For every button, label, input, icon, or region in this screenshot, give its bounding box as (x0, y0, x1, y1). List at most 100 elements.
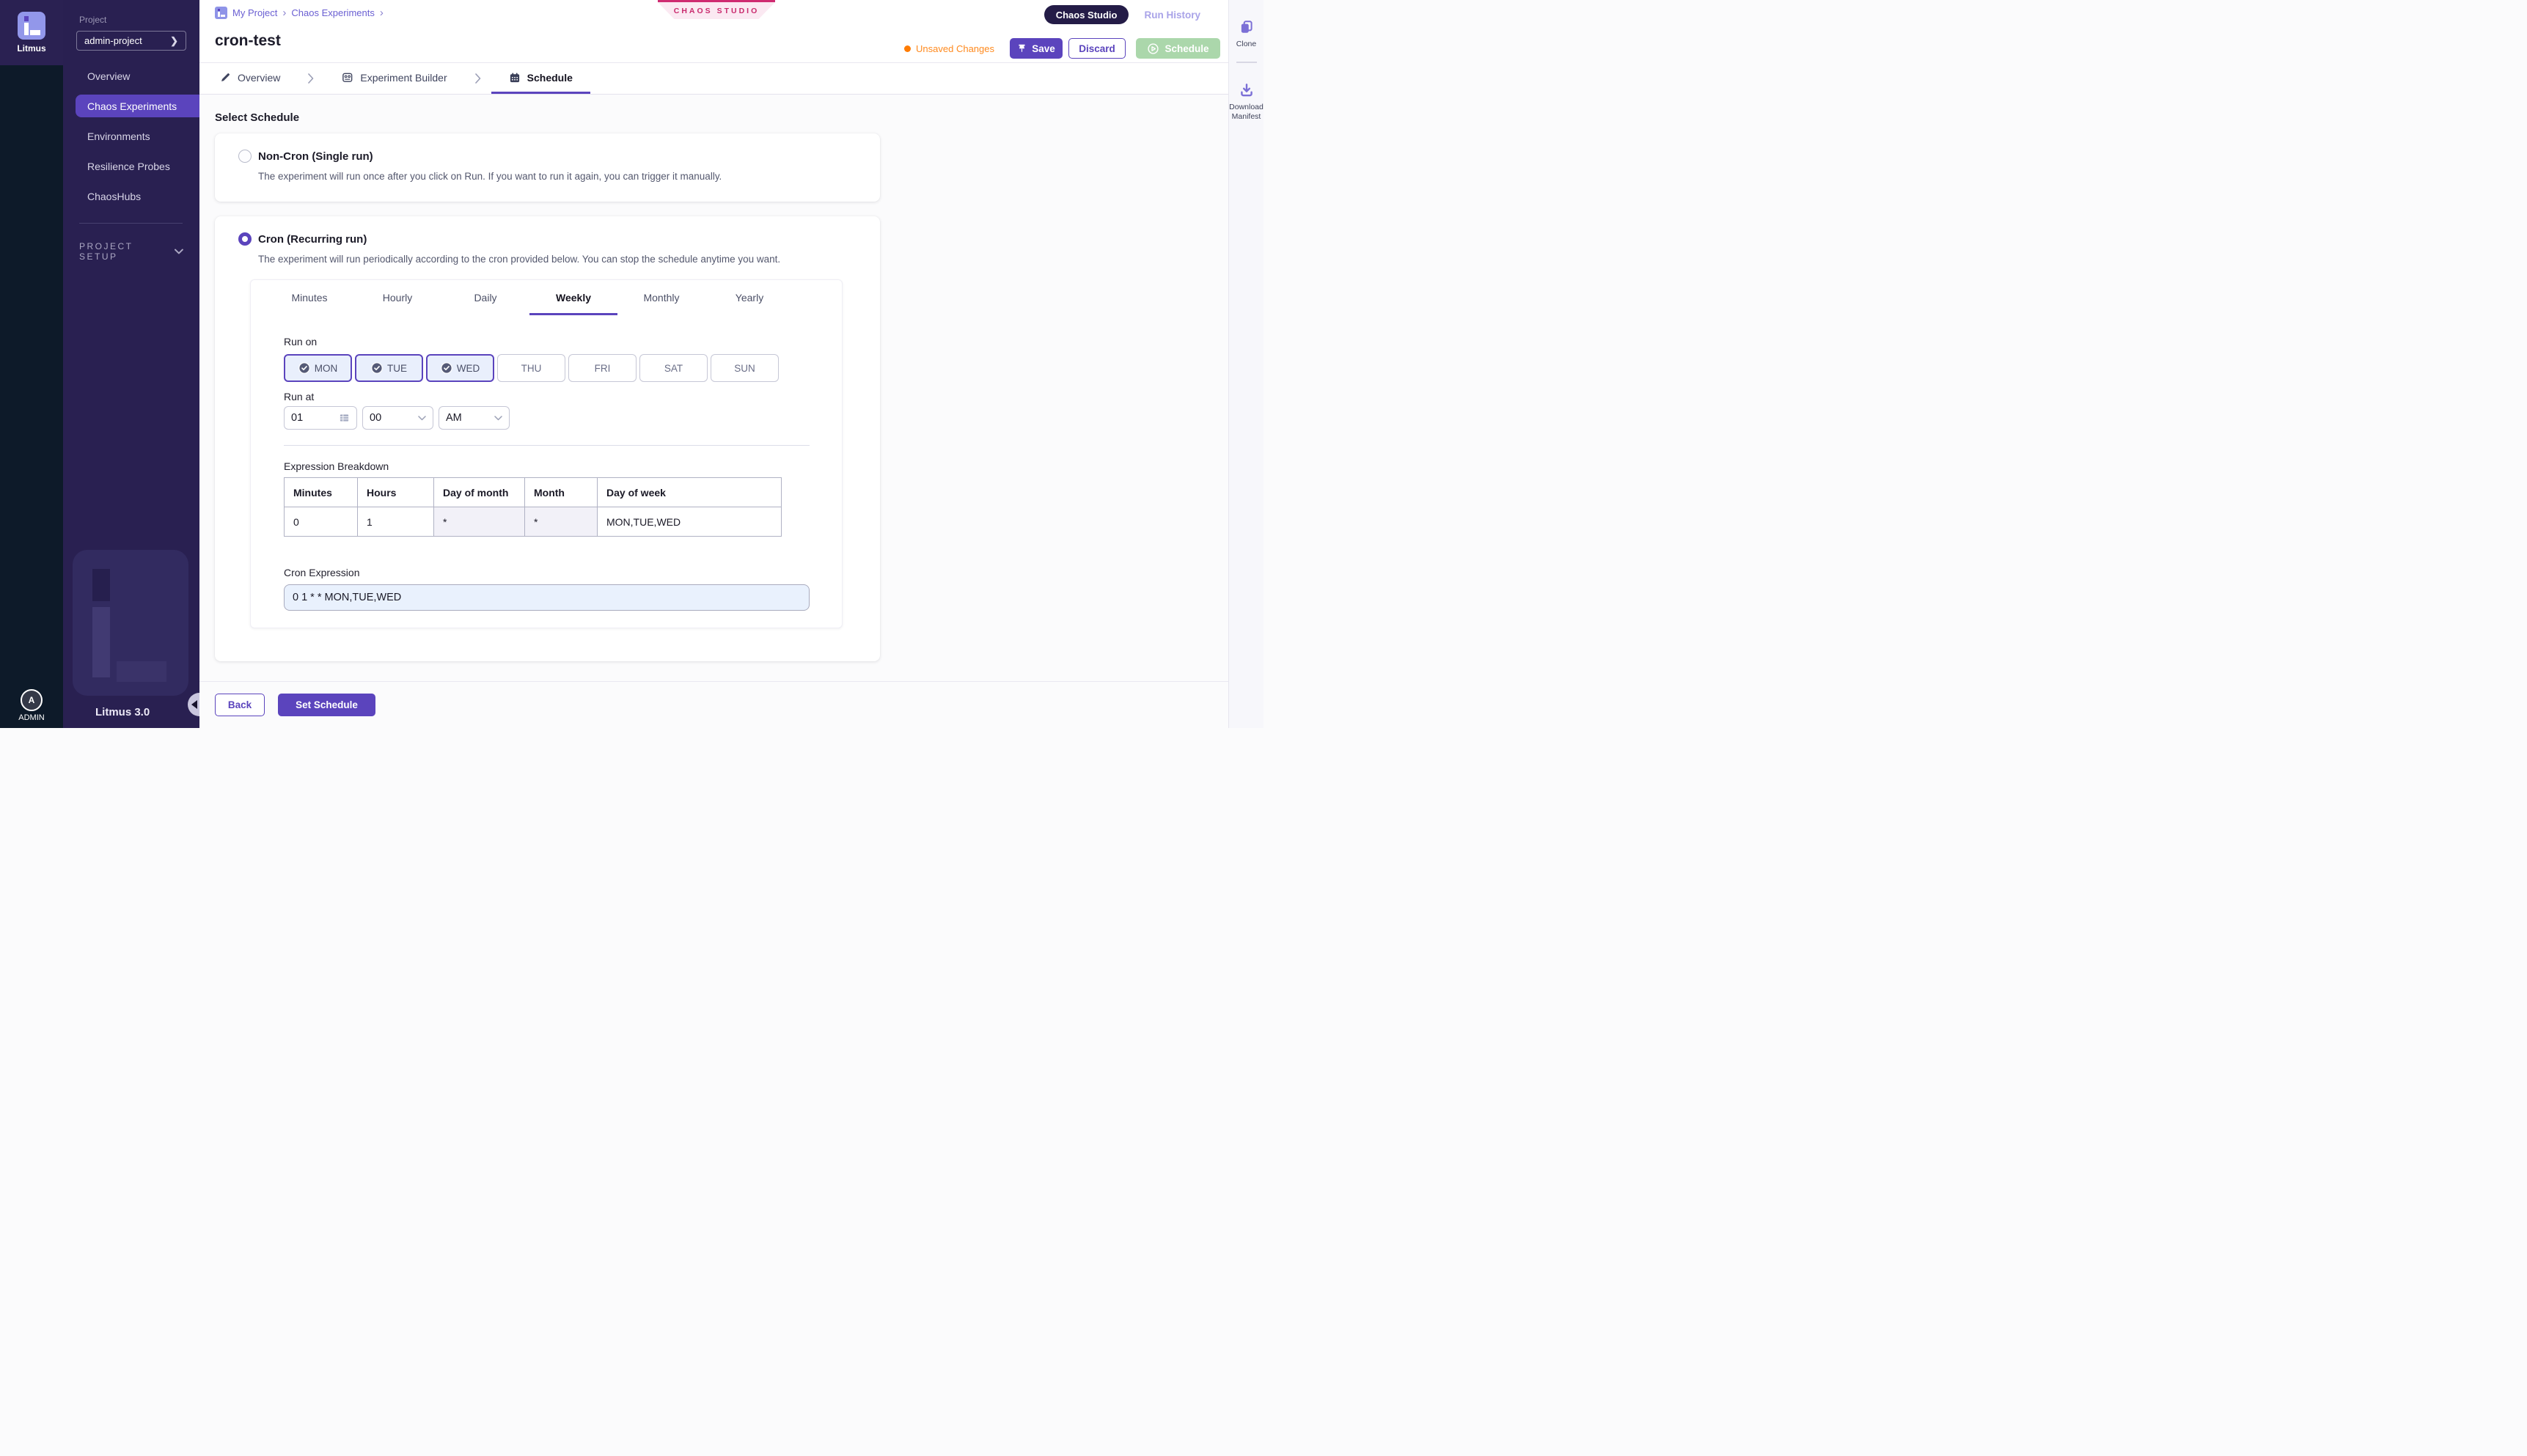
tab-overview-label: Overview (238, 72, 280, 84)
pin-icon (1017, 43, 1027, 54)
run-at-fields: 00 AM (284, 406, 842, 430)
chevron-down-icon (494, 416, 502, 421)
breadcrumb-chaos-experiments[interactable]: Chaos Experiments (291, 7, 374, 18)
back-button[interactable]: Back (215, 694, 265, 716)
sidebar-item-chaoshubs[interactable]: ChaosHubs (63, 181, 199, 211)
sidebar-item-overview[interactable]: Overview (63, 61, 199, 91)
chevron-right-icon: ❯ (170, 35, 178, 47)
header-actions: Unsaved Changes Save Discard Schedule (904, 38, 1220, 59)
tab-overview[interactable]: Overview (220, 63, 298, 94)
page-title: cron-test (215, 32, 281, 50)
back-button-label: Back (228, 699, 252, 710)
sidebar-item-environments[interactable]: Environments (63, 121, 199, 151)
schedule-button-disabled[interactable]: Schedule (1136, 38, 1220, 59)
litmus-brand-label: Litmus (17, 43, 45, 54)
tab-weekly[interactable]: Weekly (529, 292, 617, 315)
clone-label: Clone (1229, 40, 1264, 50)
save-button[interactable]: Save (1010, 38, 1063, 59)
cell-day-of-month: * (434, 507, 525, 537)
day-label: WED (457, 363, 480, 374)
hour-input[interactable] (291, 412, 335, 424)
non-cron-option-card[interactable]: Non-Cron (Single run) The experiment wil… (215, 133, 880, 202)
cron-expression-input[interactable]: 0 1 * * MON,TUE,WED (284, 584, 810, 611)
day-button-tue[interactable]: TUE (355, 354, 423, 382)
cron-expression-label: Cron Expression (284, 567, 842, 578)
app-root: Litmus A ADMIN Project admin-project ❯ O… (0, 0, 1264, 728)
divider (284, 445, 810, 446)
cron-radio[interactable] (238, 232, 252, 246)
run-on-label: Run on (284, 336, 842, 348)
rail-divider (1236, 62, 1257, 63)
breadcrumb: My Project › Chaos Experiments › (215, 7, 384, 19)
save-button-label: Save (1032, 43, 1055, 54)
col-minutes: Minutes (285, 478, 358, 507)
cron-description: The experiment will run periodically acc… (258, 254, 780, 265)
run-at-label: Run at (284, 391, 842, 402)
tab-experiment-builder[interactable]: Experiment Builder (324, 63, 464, 94)
chevron-right-icon (308, 63, 314, 94)
sidebar-divider (79, 223, 183, 224)
pencil-icon (220, 72, 231, 83)
breadcrumb-my-project[interactable]: My Project (232, 7, 277, 18)
tab-yearly[interactable]: Yearly (705, 292, 793, 315)
main-area: My Project › Chaos Experiments › CHAOS S… (199, 0, 1228, 728)
chaos-studio-ribbon: CHAOS STUDIO (658, 0, 775, 19)
right-rail: Clone Download Manifest (1228, 0, 1264, 728)
download-manifest-label: Download Manifest (1229, 103, 1264, 122)
minute-select-value: 00 (370, 412, 381, 424)
tab-experiment-builder-label: Experiment Builder (360, 72, 447, 84)
non-cron-radio[interactable] (238, 150, 252, 163)
sidebar-item-resilience-probes[interactable]: Resilience Probes (63, 151, 199, 181)
chaos-studio-toggle[interactable]: Chaos Studio (1044, 5, 1129, 24)
project-select[interactable]: admin-project ❯ (76, 31, 186, 51)
schedule-content: Select Schedule Non-Cron (Single run) Th… (199, 95, 1228, 728)
tab-hourly[interactable]: Hourly (353, 292, 441, 315)
tab-daily[interactable]: Daily (441, 292, 529, 315)
day-button-thu[interactable]: THU (497, 354, 565, 382)
day-label: FRI (595, 363, 611, 374)
tab-schedule-label: Schedule (527, 72, 573, 84)
project-setup-toggle[interactable]: PROJECT SETUP (79, 241, 183, 262)
day-button-sat[interactable]: SAT (639, 354, 708, 382)
clone-icon[interactable] (1239, 19, 1255, 35)
user-menu[interactable]: A ADMIN (0, 689, 63, 722)
download-manifest-icon[interactable] (1239, 82, 1255, 98)
collapse-arrow-icon (191, 700, 197, 709)
cron-scheduler-panel: Minutes Hourly Daily Weekly Monthly Year… (250, 279, 843, 628)
discard-button[interactable]: Discard (1068, 38, 1126, 59)
sidebar-nav: Overview Chaos Experiments Environments … (63, 61, 199, 211)
tab-minutes[interactable]: Minutes (265, 292, 353, 315)
sidebar-collapse-button[interactable] (188, 693, 199, 716)
day-button-wed[interactable]: WED (426, 354, 494, 382)
avatar[interactable]: A (21, 689, 43, 711)
day-button-sun[interactable]: SUN (711, 354, 779, 382)
unsaved-dot-icon (904, 45, 911, 52)
studio-tabbar: Overview Experiment Builder Schedule (199, 63, 1228, 95)
tab-schedule[interactable]: Schedule (491, 63, 590, 94)
col-hours: Hours (358, 478, 434, 507)
minute-select[interactable]: 00 (362, 406, 433, 430)
unsaved-status: Unsaved Changes (904, 43, 994, 54)
meridiem-select-value: AM (446, 412, 462, 424)
set-schedule-button-label: Set Schedule (296, 699, 358, 710)
cell-hours: 1 (358, 507, 434, 537)
set-schedule-button[interactable]: Set Schedule (278, 694, 375, 716)
footer-bar: Back Set Schedule (199, 681, 1228, 728)
col-day-of-week: Day of week (598, 478, 782, 507)
litmus-logo-block[interactable]: Litmus (0, 0, 63, 65)
cron-title: Cron (Recurring run) (258, 233, 367, 246)
page-header: My Project › Chaos Experiments › CHAOS S… (199, 0, 1228, 63)
run-history-link[interactable]: Run History (1144, 10, 1200, 21)
chevron-down-icon (418, 416, 426, 421)
litmus-watermark (73, 550, 188, 696)
day-button-fri[interactable]: FRI (568, 354, 637, 382)
meridiem-select[interactable]: AM (439, 406, 510, 430)
tab-monthly[interactable]: Monthly (617, 292, 705, 315)
non-cron-title: Non-Cron (Single run) (258, 150, 373, 163)
litmus-logo-icon (18, 12, 45, 40)
day-button-mon[interactable]: MON (284, 354, 352, 382)
cell-day-of-week: MON,TUE,WED (598, 507, 782, 537)
sidebar-item-chaos-experiments[interactable]: Chaos Experiments (76, 95, 199, 117)
expression-breakdown-table: Minutes Hours Day of month Month Day of … (284, 477, 782, 537)
hour-input-wrap (284, 406, 357, 430)
